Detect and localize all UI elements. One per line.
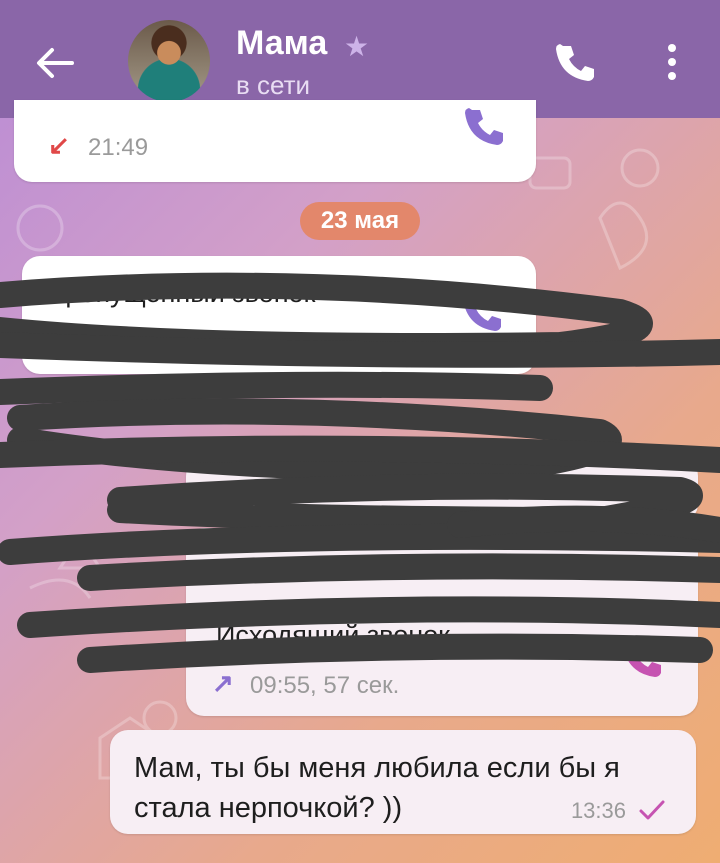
star-icon: ★ xyxy=(344,31,370,62)
avatar[interactable] xyxy=(128,20,210,102)
call-time: 09:55, 57 сек. xyxy=(250,672,400,699)
call-bubble-missed[interactable]: Пропущенный звонок ↙ 09:54 xyxy=(22,256,536,374)
missed-call-arrow-icon: ↙ xyxy=(48,324,70,354)
call-bubble-missed[interactable]: ↙ 21:49 xyxy=(14,100,536,182)
phone-icon[interactable] xyxy=(622,638,662,678)
more-vert-icon[interactable] xyxy=(660,42,684,82)
contact-status: в сети xyxy=(236,70,311,100)
call-time: 21:49 xyxy=(88,134,149,161)
phone-icon[interactable] xyxy=(462,292,502,332)
message-bubble-outgoing[interactable] xyxy=(186,458,698,522)
message-bubble-outgoing[interactable]: Мам, ты бы меня любила если бы я стала н… xyxy=(110,730,696,834)
back-arrow-icon[interactable] xyxy=(32,40,78,86)
message-time: 13:36 xyxy=(570,798,626,823)
call-label: Пропущенный звонок xyxy=(46,278,316,308)
check-icon xyxy=(639,800,665,820)
phone-icon[interactable] xyxy=(555,42,597,84)
contact-name[interactable]: Мама xyxy=(236,24,327,63)
missed-call-arrow-icon: ↙ xyxy=(48,130,70,160)
phone-icon[interactable] xyxy=(464,106,504,146)
outgoing-call-arrow-icon: ↗ xyxy=(212,668,234,698)
call-bubble-outgoing[interactable]: Исходящий звонок ↗ 09:55, 57 сек. xyxy=(186,528,698,716)
call-label: Исходящий звонок xyxy=(216,620,450,650)
date-separator: 23 мая xyxy=(300,202,420,240)
call-time: 09:54 xyxy=(88,328,149,355)
